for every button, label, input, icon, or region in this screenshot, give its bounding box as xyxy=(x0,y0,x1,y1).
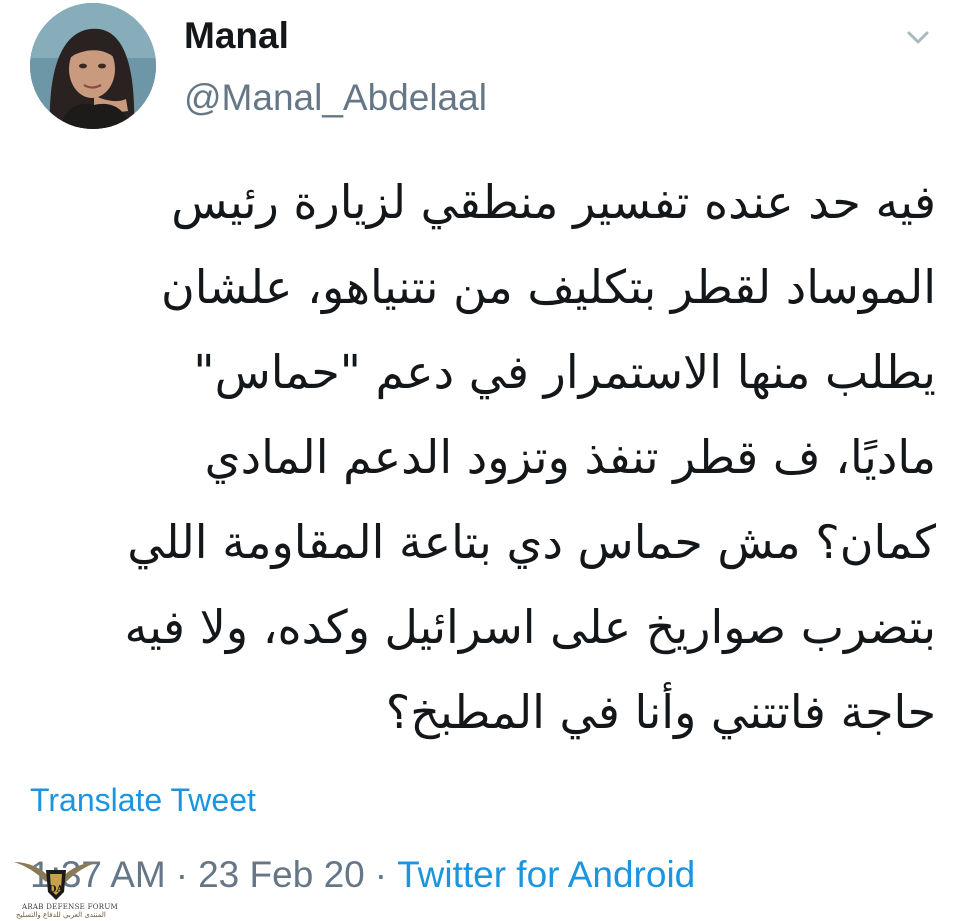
tweet-text-line: يطلب منها الاستمرار في دعم "حماس" xyxy=(193,345,936,399)
tweet-text-line: بتضرب صواريخ على اسرائيل وكده، ولا فيه xyxy=(124,600,936,654)
profile-photo-icon xyxy=(30,3,156,129)
tweet-text-line: فيه حد عنده تفسير منطقي لزيارة رئيس xyxy=(171,175,936,229)
translate-tweet-link[interactable]: Translate Tweet xyxy=(30,780,256,820)
tweet-meta: 1:37 AM · 23 Feb 20 · Twitter for Android xyxy=(30,853,695,897)
tweet-card: Manal @Manal_Abdelaal فيه حد عنده تفسير … xyxy=(0,0,960,921)
watermark-label-en: ARAB DEFENSE FORUM xyxy=(22,903,119,911)
user-avatar[interactable] xyxy=(30,3,156,129)
user-display-name[interactable]: Manal xyxy=(184,14,289,58)
tweet-text-line: ماديًا، ف قطر تنفذ وتزود الدعم المادي xyxy=(204,430,936,484)
tweet-text-line: كمان؟ مش حماس دي بتاعة المقاومة اللي xyxy=(127,515,936,569)
chevron-down-icon xyxy=(907,31,929,44)
watermark-label-ar: المنتدى العربي للدفاع والتسليح xyxy=(16,911,106,919)
tweet-text: فيه حد عنده تفسير منطقي لزيارة رئيس المو… xyxy=(30,160,936,755)
tweet-text-line: حاجة فاتتني وأنا في المطبخ؟ xyxy=(385,685,936,739)
meta-separator: · xyxy=(374,854,388,895)
tweet-time[interactable]: 1:37 AM xyxy=(30,854,166,895)
meta-separator: · xyxy=(175,854,189,895)
user-handle[interactable]: @Manal_Abdelaal xyxy=(184,76,487,120)
tweet-text-line: الموساد لقطر بتكليف من نتنياهو، علشان xyxy=(160,260,936,314)
tweet-source-link[interactable]: Twitter for Android xyxy=(397,854,695,895)
tweet-date[interactable]: 23 Feb 20 xyxy=(198,854,365,895)
tweet-menu-button[interactable] xyxy=(900,24,936,52)
